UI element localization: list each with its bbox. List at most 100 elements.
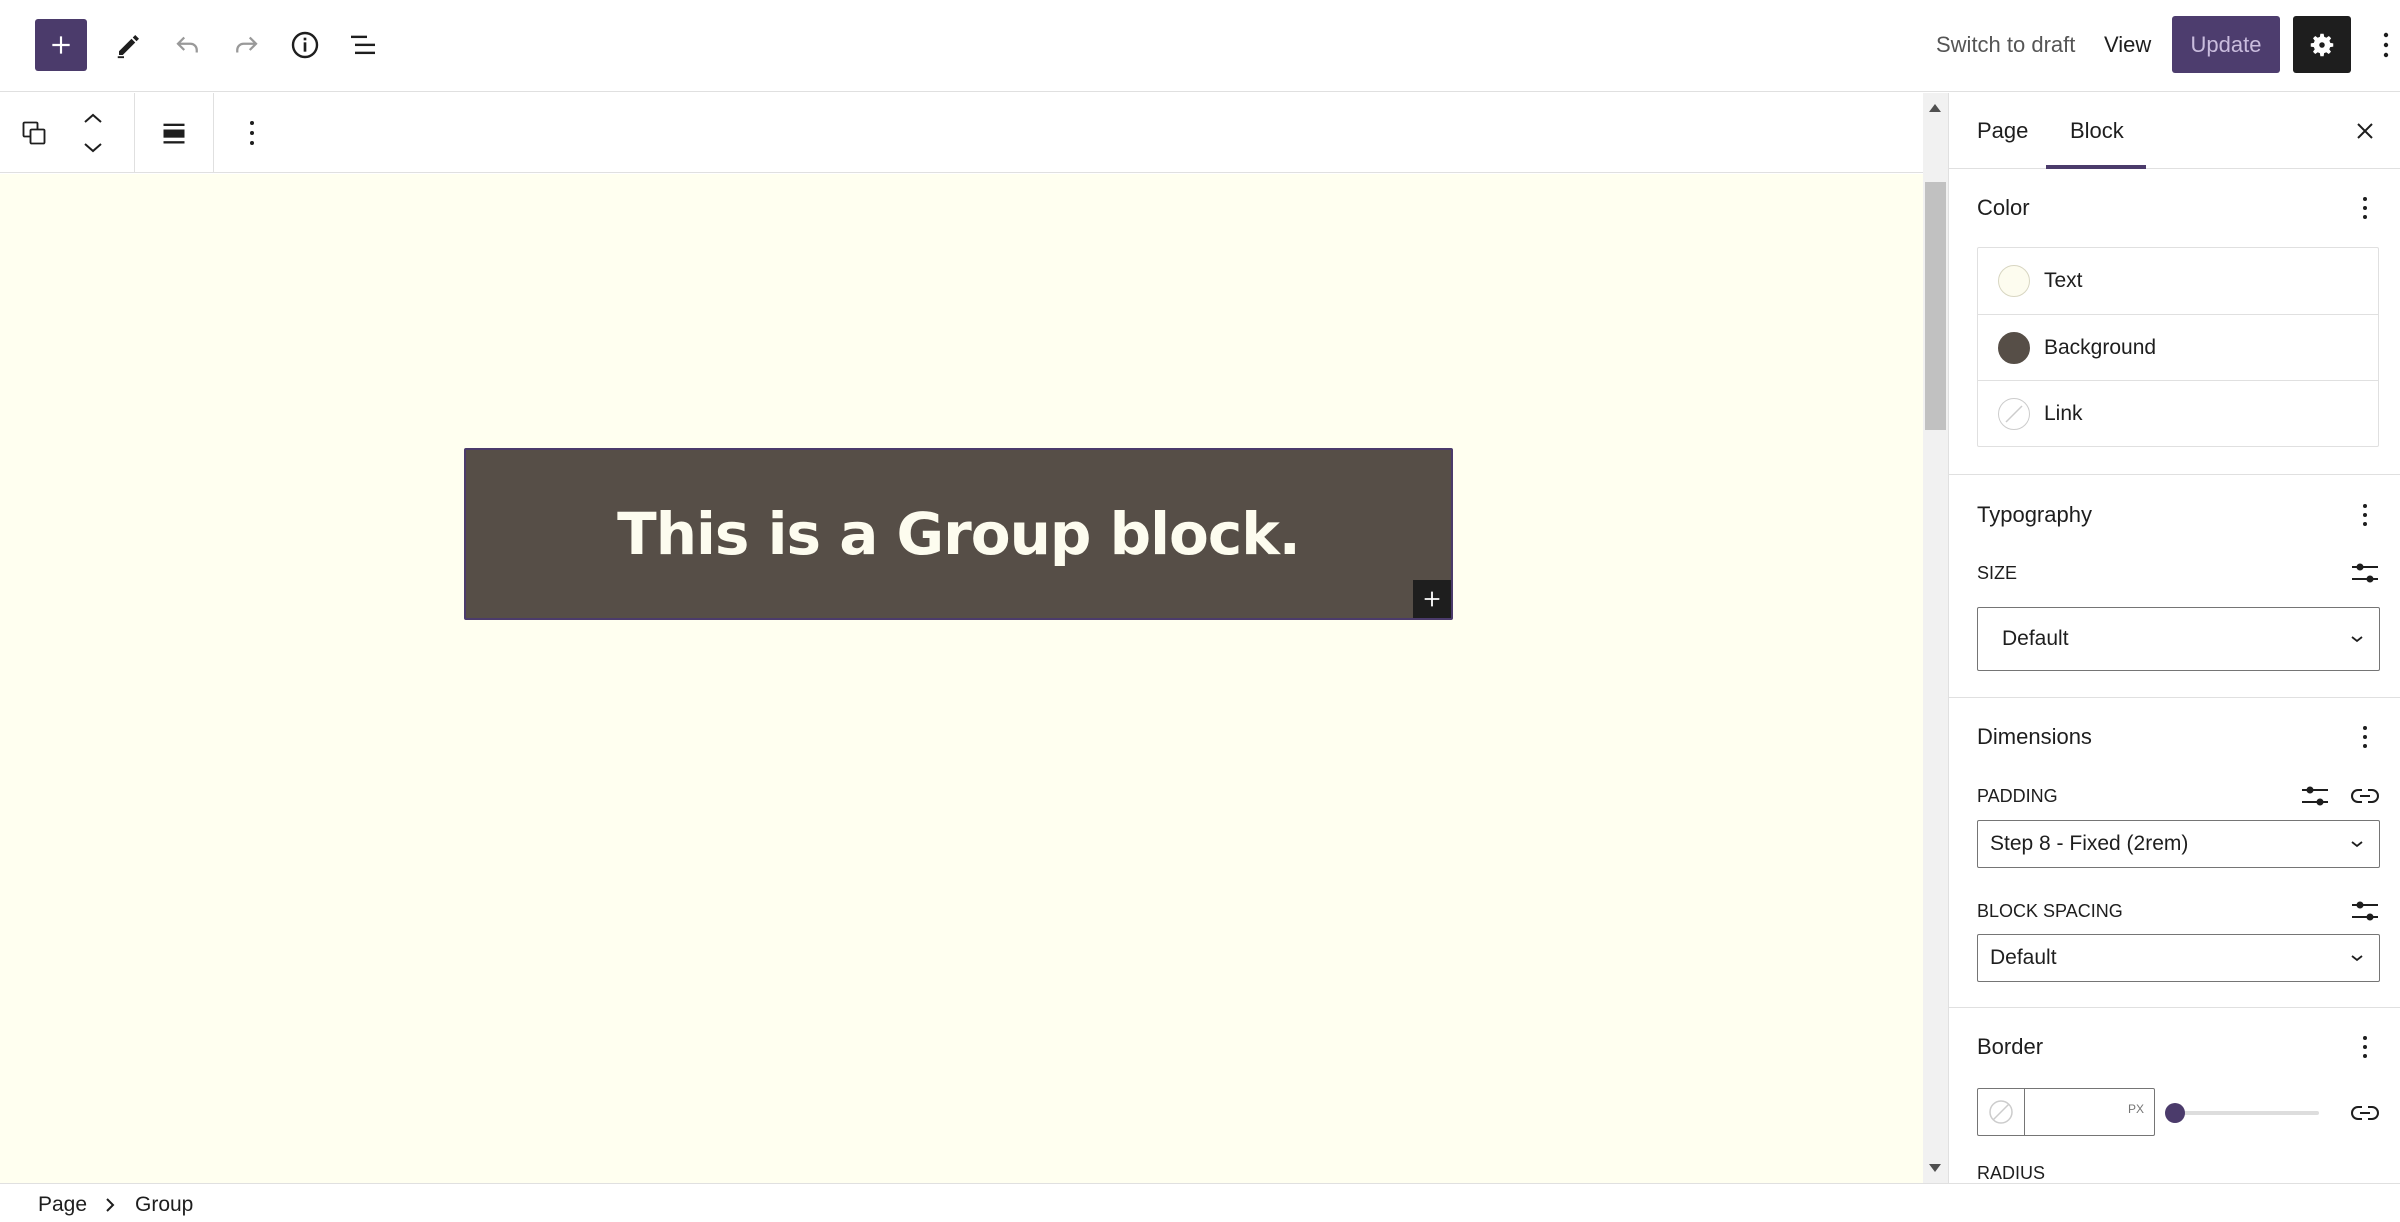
font-size-label: SIZE — [1977, 563, 2018, 583]
update-button[interactable]: Update — [2172, 16, 2280, 73]
unlink-sides-button[interactable] — [2349, 782, 2381, 810]
scroll-up-arrow-icon[interactable] — [1929, 104, 1941, 112]
undo-button[interactable] — [162, 19, 214, 71]
view-button[interactable]: View — [2104, 30, 2151, 60]
custom-padding-button[interactable] — [2299, 782, 2331, 810]
link-color-swatch — [1998, 397, 2030, 430]
close-sidebar-button[interactable] — [2349, 115, 2381, 147]
move-up-button[interactable] — [78, 107, 108, 129]
chevron-down-icon — [2349, 839, 2365, 849]
gear-icon — [2307, 30, 2337, 60]
tools-button[interactable] — [103, 19, 155, 71]
block-options-button[interactable] — [238, 115, 266, 151]
tab-page[interactable]: Page — [1977, 115, 2028, 147]
move-down-button[interactable] — [78, 137, 108, 159]
color-item-label: Link — [2044, 401, 2083, 425]
custom-spacing-button[interactable] — [2349, 897, 2381, 925]
chevron-down-icon — [82, 141, 104, 155]
editor-header: Switch to draft View Update — [0, 0, 2400, 92]
block-inserter-button[interactable] — [35, 19, 87, 71]
details-button[interactable] — [279, 19, 331, 71]
more-vertical-icon — [2362, 725, 2368, 749]
border-unit-label: PX — [2127, 1102, 2144, 1116]
group-block[interactable]: This is a Group block. — [464, 448, 1453, 620]
chevron-right-icon — [104, 1196, 116, 1214]
padding-label: PADDING — [1977, 786, 2058, 806]
block-spacing-label: BLOCK SPACING — [1977, 901, 2123, 921]
settings-button[interactable] — [2293, 16, 2351, 73]
padding-select[interactable]: Step 8 - Fixed (2rem) — [1977, 820, 2380, 868]
panel-divider — [1949, 474, 2400, 475]
border-width-slider-track[interactable] — [2173, 1111, 2319, 1115]
active-tab-indicator — [2046, 165, 2146, 169]
breadcrumb: Page Group — [0, 1183, 2400, 1222]
border-width-control[interactable]: PX — [1977, 1088, 2155, 1136]
block-toolbar — [0, 93, 1923, 173]
dimensions-options-button[interactable] — [2353, 722, 2377, 752]
scrollbar-thumb[interactable] — [1925, 182, 1946, 430]
options-button[interactable] — [2374, 24, 2398, 66]
breadcrumb-item-page[interactable]: Page — [38, 1192, 87, 1218]
chevron-down-icon — [2349, 953, 2365, 963]
block-appender-button[interactable] — [1413, 580, 1451, 618]
color-item-link[interactable]: Link — [1978, 380, 2378, 446]
redo-icon — [231, 30, 261, 60]
more-vertical-icon — [2383, 32, 2389, 58]
undo-icon — [173, 30, 203, 60]
more-vertical-icon — [2362, 196, 2368, 220]
typography-panel-title: Typography — [1977, 502, 2092, 527]
more-vertical-icon — [2362, 503, 2368, 527]
list-view-button[interactable] — [337, 19, 389, 71]
font-size-value: Default — [2002, 627, 2069, 650]
sidebar-tabs: Page Block — [1949, 93, 2400, 169]
sliders-icon — [2351, 898, 2379, 924]
color-item-label: Background — [2044, 335, 2157, 359]
toolbar-divider — [213, 93, 214, 172]
plus-icon — [1421, 588, 1443, 610]
editor-canvas[interactable]: This is a Group block. — [0, 174, 1923, 1183]
padding-value: Step 8 - Fixed (2rem) — [1990, 832, 2189, 855]
panel-divider — [1949, 697, 2400, 698]
toolbar-divider — [134, 93, 135, 172]
more-vertical-icon — [2362, 1035, 2368, 1059]
custom-size-button[interactable] — [2349, 559, 2381, 587]
color-options-button[interactable] — [2353, 193, 2377, 223]
no-color-icon — [1988, 1099, 2014, 1125]
color-panel-title: Color — [1977, 195, 2030, 220]
settings-sidebar: Page Block Color Text Background Link Ty… — [1948, 93, 2400, 1183]
color-item-label: Text — [2044, 269, 2083, 292]
more-vertical-icon — [249, 120, 255, 146]
redo-button[interactable] — [220, 19, 272, 71]
chevron-down-icon — [2349, 634, 2365, 644]
sliders-icon — [2301, 783, 2329, 809]
radius-label: RADIUS — [1977, 1163, 2046, 1183]
border-width-slider-thumb[interactable] — [2165, 1103, 2185, 1123]
color-item-background[interactable]: Background — [1978, 314, 2378, 380]
tab-block[interactable]: Block — [2070, 115, 2124, 147]
scroll-down-arrow-icon[interactable] — [1929, 1164, 1941, 1172]
align-wide-icon — [160, 119, 188, 147]
dimensions-panel-title: Dimensions — [1977, 724, 2092, 749]
border-color-button[interactable] — [1978, 1089, 2025, 1135]
block-type-button[interactable] — [16, 115, 52, 151]
align-button[interactable] — [156, 115, 192, 151]
link-icon — [2350, 786, 2380, 806]
typography-options-button[interactable] — [2353, 500, 2377, 530]
switch-to-draft-button[interactable]: Switch to draft — [1936, 30, 2075, 60]
panel-divider — [1949, 1007, 2400, 1008]
color-item-text[interactable]: Text — [1978, 248, 2378, 314]
border-options-button[interactable] — [2353, 1032, 2377, 1062]
block-spacing-select[interactable]: Default — [1977, 934, 2380, 982]
group-block-icon — [20, 119, 48, 147]
font-size-select[interactable]: Default — [1977, 607, 2380, 671]
unlink-border-button[interactable] — [2349, 1099, 2381, 1127]
border-panel-title: Border — [1977, 1034, 2044, 1059]
breadcrumb-item-group[interactable]: Group — [135, 1192, 193, 1218]
block-spacing-value: Default — [1990, 946, 2057, 969]
link-icon — [2350, 1103, 2380, 1123]
background-color-swatch — [1998, 331, 2030, 364]
group-heading[interactable]: This is a Group block. — [617, 500, 1301, 568]
info-icon — [289, 29, 321, 61]
chevron-up-icon — [82, 111, 104, 125]
plus-icon — [48, 32, 74, 58]
